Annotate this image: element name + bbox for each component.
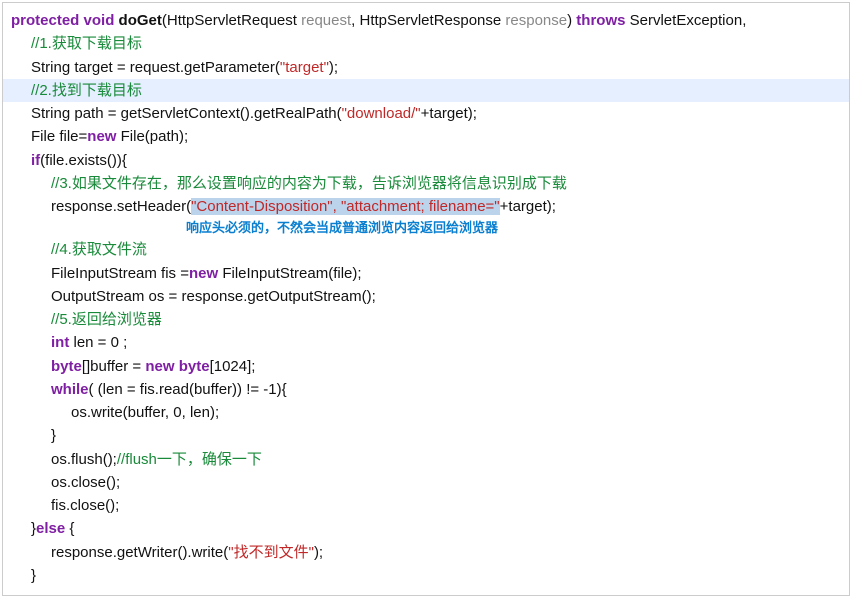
code: );: [314, 544, 323, 561]
code: response.getWriter().write(: [51, 544, 228, 561]
line-len: int len = 0 ;: [11, 331, 841, 354]
kw-new: new: [87, 128, 116, 145]
line-flush: os.flush();//flush一下，确保一下: [11, 448, 841, 471]
line-if: if(file.exists()){: [11, 149, 841, 172]
code: FileInputStream fis =: [51, 265, 189, 282]
code: File(path);: [116, 128, 188, 145]
code: +target);: [421, 105, 477, 122]
line-else: }else {: [11, 517, 841, 540]
code: ,: [333, 198, 341, 215]
code: []buffer =: [82, 358, 146, 375]
kw-while: while: [51, 381, 89, 398]
string-target: "target": [280, 59, 329, 76]
comment-6: //flush一下，确保一下: [117, 451, 262, 468]
string-content-disposition: "Content-Disposition": [191, 198, 333, 215]
punct: ): [567, 12, 576, 29]
kw-if: if: [31, 152, 40, 169]
exception: ServletException,: [625, 12, 746, 29]
kw-protected: protected: [11, 12, 79, 29]
line-path: String path = getServletContext().getRea…: [11, 102, 841, 125]
kw-byte: byte: [179, 358, 210, 375]
brace-close: }: [11, 564, 841, 587]
line-setheader: response.setHeader("Content-Disposition"…: [11, 195, 841, 218]
comment-1: //1.获取下载目标: [31, 35, 142, 52]
type: HttpServletRequest: [167, 12, 301, 29]
code: ( (len = fis.read(buffer)) != -1){: [89, 381, 287, 398]
code: File file=: [31, 128, 87, 145]
kw-void: void: [84, 12, 115, 29]
code: );: [329, 59, 338, 76]
line-os: OutputStream os = response.getOutputStre…: [11, 285, 841, 308]
line-signature: protected void doGet(HttpServletRequest …: [11, 9, 841, 32]
method-name: doGet: [119, 12, 162, 29]
kw-new: new: [189, 265, 218, 282]
param-request: request: [301, 12, 351, 29]
kw-int: int: [51, 334, 69, 351]
comment-3: //3.如果文件存在，那么设置响应的内容为下载，告诉浏览器将信息识别成下载: [51, 175, 567, 192]
line-write: os.write(buffer, 0, len);: [11, 401, 841, 424]
kw-throws: throws: [576, 12, 625, 29]
line-buffer: byte[]buffer = new byte[1024];: [11, 355, 841, 378]
code: {: [65, 520, 74, 537]
kw-else: else: [36, 520, 65, 537]
code: os.flush();: [51, 451, 117, 468]
highlighted-line: //2.找到下载目标: [3, 79, 849, 102]
line-file: File file=new File(path);: [11, 125, 841, 148]
line-target: String target = request.getParameter("ta…: [11, 56, 841, 79]
code: +target);: [500, 198, 556, 215]
line-fis: FileInputStream fis =new FileInputStream…: [11, 262, 841, 285]
line-fisclose: fis.close();: [11, 494, 841, 517]
code: len = 0 ;: [69, 334, 127, 351]
code: FileInputStream(file);: [218, 265, 361, 282]
annotation-note: 响应头必须的，不然会当成普通浏览内容返回给浏览器: [11, 218, 841, 238]
code: String target = request.getParameter(: [31, 59, 280, 76]
string-attachment: "attachment; filename=": [341, 198, 500, 215]
kw-byte: byte: [51, 358, 82, 375]
code-snippet: protected void doGet(HttpServletRequest …: [2, 2, 850, 596]
punct: ,: [351, 12, 359, 29]
string-download: "download/": [342, 105, 421, 122]
code: [1024];: [210, 358, 256, 375]
code: (file.exists()){: [40, 152, 127, 169]
brace-close: }: [11, 424, 841, 447]
type: HttpServletResponse: [360, 12, 506, 29]
string-notfound: "找不到文件": [228, 544, 314, 561]
line-osclose: os.close();: [11, 471, 841, 494]
comment-4: //4.获取文件流: [51, 241, 147, 258]
kw-new: new: [145, 358, 174, 375]
code: String path = getServletContext().getRea…: [31, 105, 342, 122]
comment-5: //5.返回给浏览器: [51, 311, 162, 328]
param-response: response: [505, 12, 567, 29]
line-notfound: response.getWriter().write("找不到文件");: [11, 541, 841, 564]
line-while: while( (len = fis.read(buffer)) != -1){: [11, 378, 841, 401]
comment-2: //2.找到下载目标: [31, 82, 142, 99]
code: response.setHeader(: [51, 198, 191, 215]
